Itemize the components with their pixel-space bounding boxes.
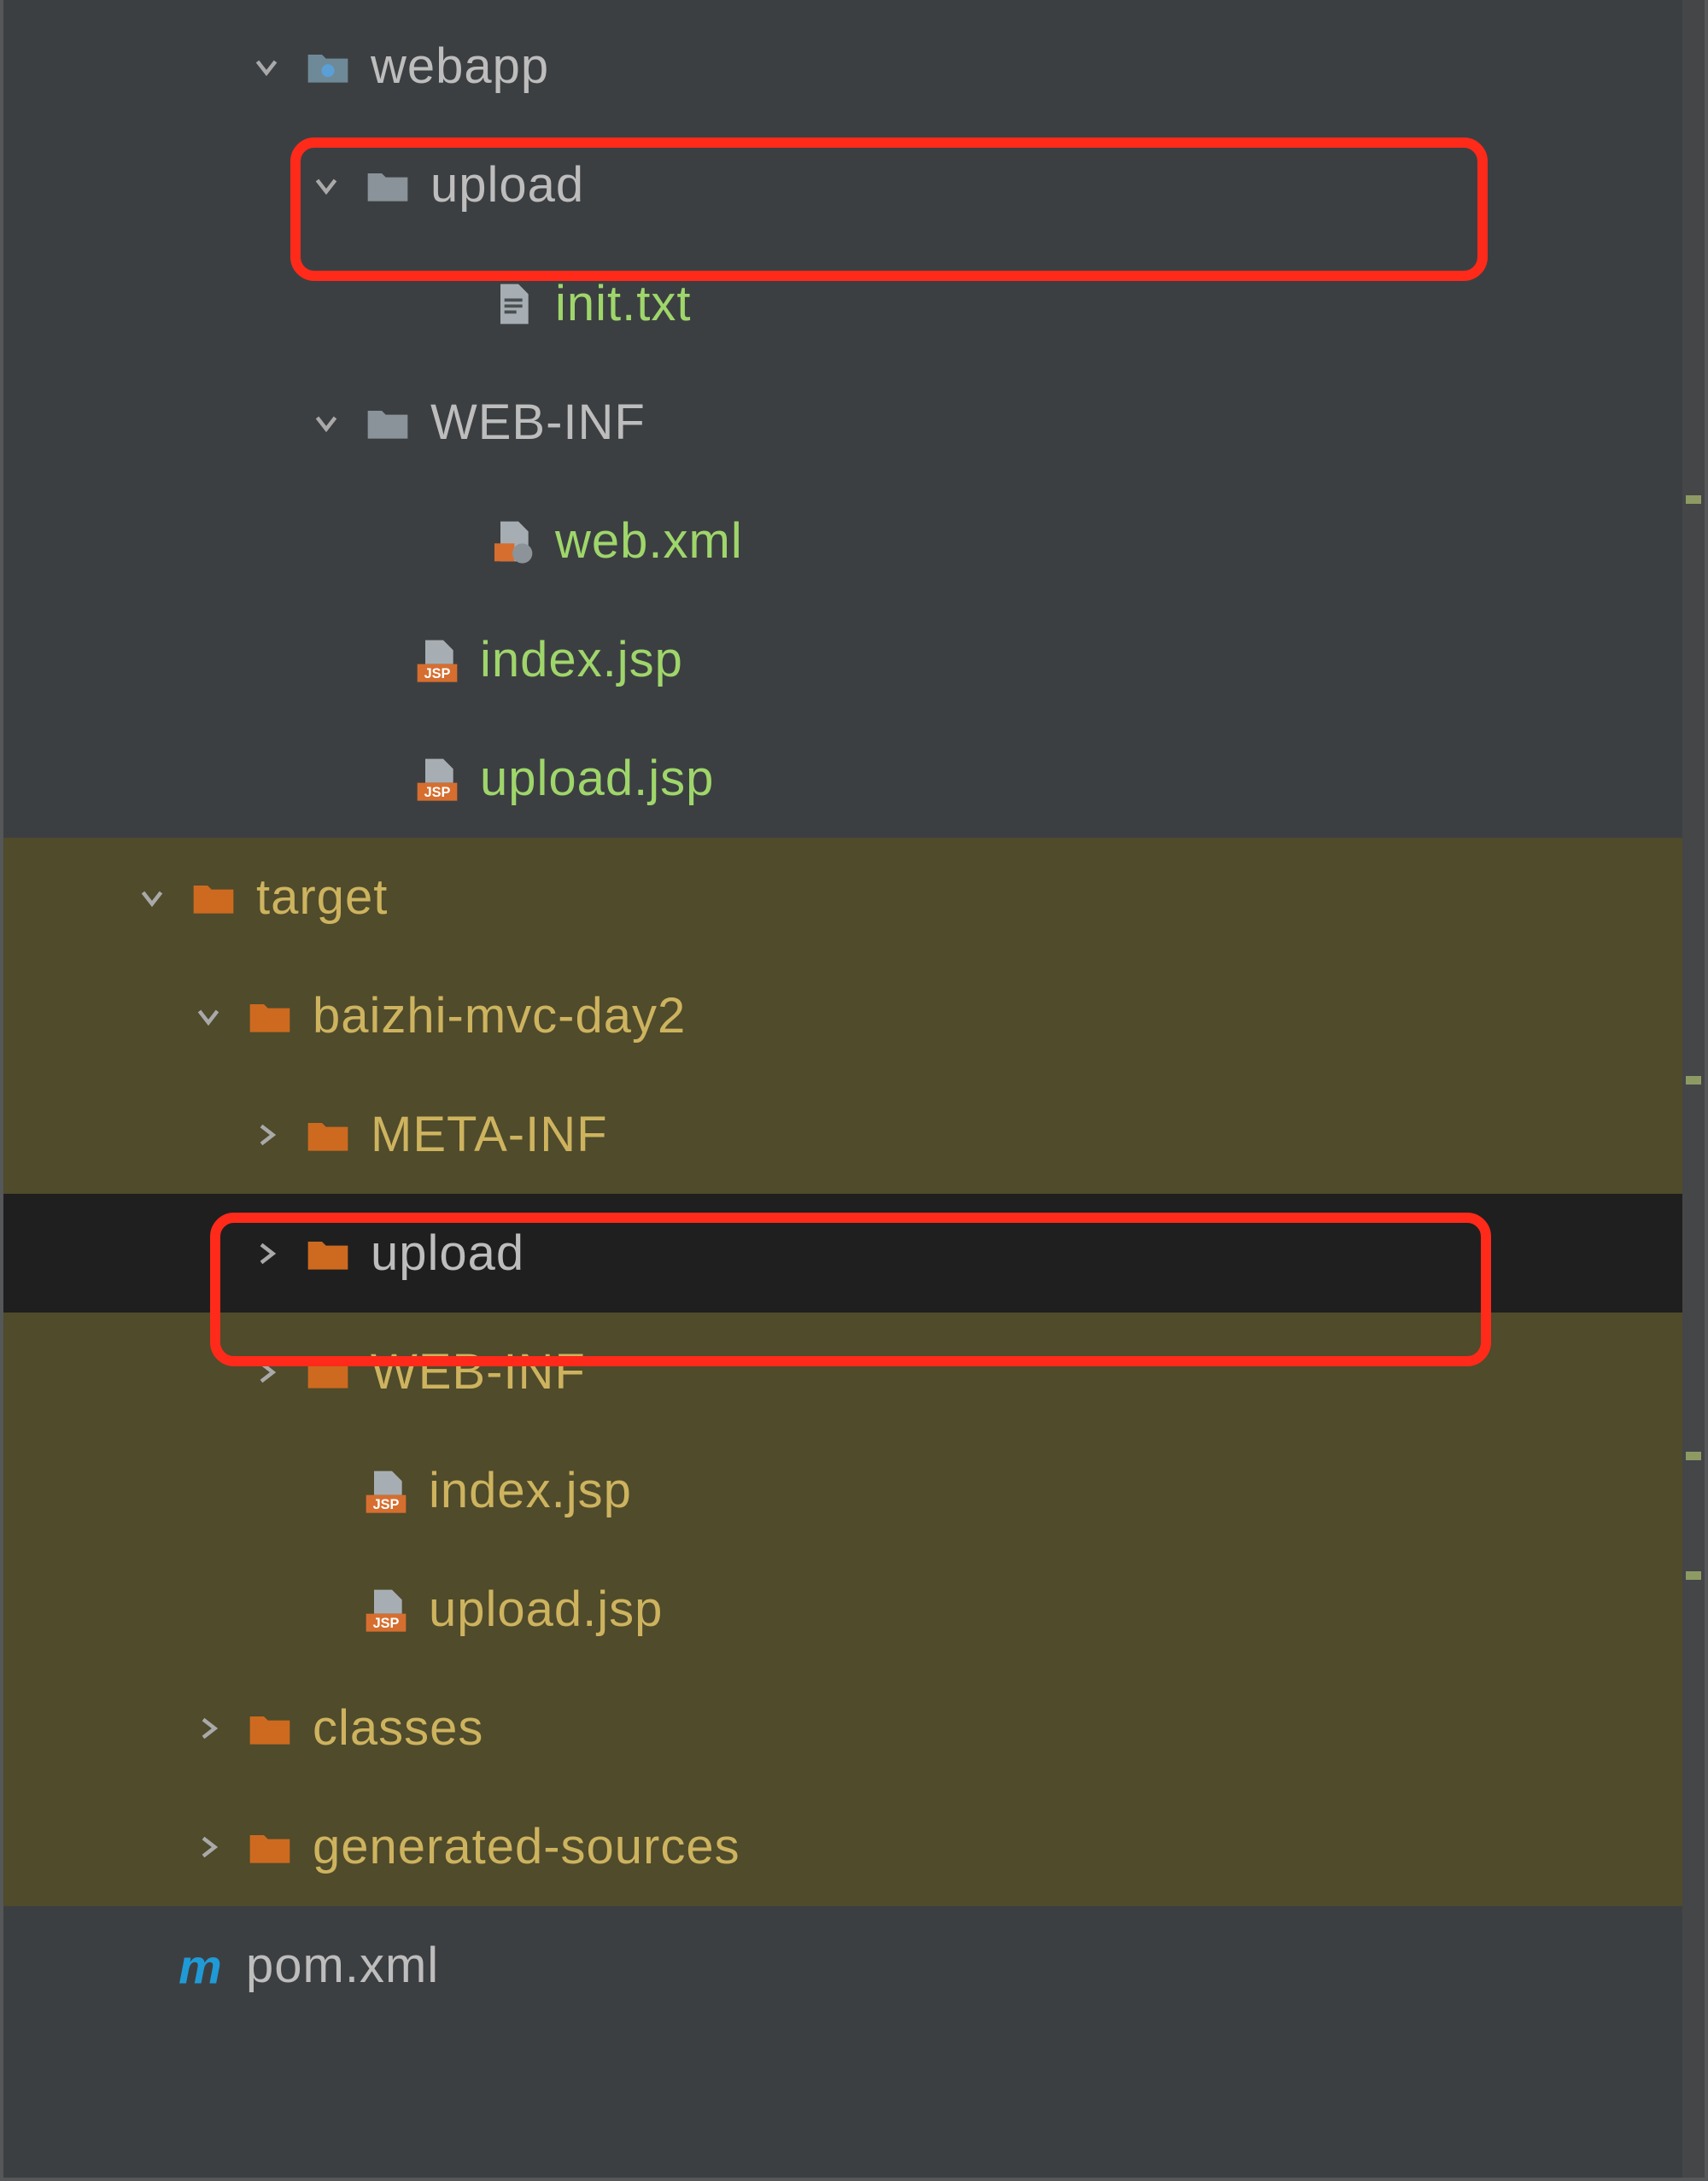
tree-item-pom-xml[interactable]: m pom.xml [3, 1906, 1705, 2025]
tree-item-label: upload [430, 156, 584, 213]
tree-item-label: WEB-INF [430, 394, 646, 451]
folder-icon [364, 399, 412, 447]
excluded-folder-icon [246, 992, 294, 1040]
tree-item-label: target [256, 868, 388, 926]
tree-item-index-jsp[interactable]: JSP index.jsp [3, 600, 1705, 719]
tree-item-target-upload-jsp[interactable]: JSP upload.jsp [3, 1550, 1705, 1669]
chevron-down-icon[interactable] [137, 882, 167, 913]
tree-item-label: upload.jsp [429, 1581, 663, 1638]
tree-item-meta-inf[interactable]: META-INF [3, 1075, 1705, 1194]
excluded-folder-icon [304, 1111, 352, 1159]
scrollbar-marker [1686, 495, 1701, 504]
tree-item-label: index.jsp [480, 631, 683, 688]
tree-item-baizhi[interactable]: baizhi-mvc-day2 [3, 956, 1705, 1075]
tree-item-upload-jsp[interactable]: JSP upload.jsp [3, 719, 1705, 838]
scrollbar-marker [1686, 1452, 1701, 1460]
folder-icon [364, 161, 412, 209]
tree-item-target-web-inf[interactable]: WEB-INF [3, 1313, 1705, 1431]
chevron-down-icon[interactable] [193, 1001, 224, 1032]
tree-item-upload-src[interactable]: upload [3, 126, 1705, 244]
project-tree-panel: webapp upload init.txt WEB-INF web.xml [0, 0, 1708, 2181]
web-folder-icon [304, 43, 352, 91]
excluded-folder-icon [246, 1823, 294, 1871]
tree-item-classes[interactable]: classes [3, 1669, 1705, 1787]
tree-item-webapp[interactable]: webapp [3, 7, 1705, 126]
tree-item-label: init.txt [555, 275, 692, 332]
tree-item-label: pom.xml [246, 1937, 439, 1994]
tree-item-generated-sources[interactable]: generated-sources [3, 1787, 1705, 1906]
tree-item-label: index.jsp [429, 1462, 632, 1519]
scrollbar-track[interactable] [1682, 0, 1705, 2178]
tree-item-init-txt[interactable]: init.txt [3, 244, 1705, 363]
tree-item-target-upload[interactable]: upload [3, 1194, 1705, 1313]
tree-item-label: webapp [371, 38, 549, 95]
svg-text:JSP: JSP [373, 1616, 400, 1631]
tree-item-label: classes [313, 1699, 483, 1757]
chevron-down-icon[interactable] [311, 407, 342, 438]
tree-item-web-inf[interactable]: WEB-INF [3, 363, 1705, 482]
chevron-right-icon[interactable] [251, 1238, 282, 1269]
chevron-right-icon[interactable] [251, 1357, 282, 1388]
tree-item-label: web.xml [555, 512, 743, 570]
svg-text:JSP: JSP [424, 666, 451, 681]
tree-item-label: META-INF [371, 1106, 608, 1163]
excluded-folder-icon [304, 1348, 352, 1396]
tree-item-label: upload.jsp [480, 750, 714, 807]
tree-item-target-index-jsp[interactable]: JSP index.jsp [3, 1431, 1705, 1550]
chevron-down-icon[interactable] [311, 170, 342, 201]
jsp-file-icon: JSP [413, 636, 461, 684]
jsp-file-icon: JSP [413, 755, 461, 803]
jsp-file-icon: JSP [362, 1467, 410, 1515]
text-file-icon [488, 280, 536, 328]
svg-text:JSP: JSP [424, 785, 451, 800]
jsp-file-icon: JSP [362, 1586, 410, 1634]
chevron-right-icon[interactable] [193, 1832, 224, 1862]
xml-config-icon [488, 517, 536, 565]
svg-text:m: m [178, 1940, 222, 1991]
scrollbar-marker [1686, 1076, 1701, 1085]
tree-item-label: upload [371, 1225, 524, 1282]
chevron-right-icon[interactable] [251, 1120, 282, 1150]
tree-item-web-xml[interactable]: web.xml [3, 482, 1705, 600]
tree-item-label: generated-sources [313, 1818, 740, 1875]
chevron-down-icon[interactable] [251, 51, 282, 82]
excluded-folder-icon [246, 1704, 294, 1752]
tree-item-target[interactable]: target [3, 838, 1705, 956]
scrollbar-marker [1686, 1571, 1701, 1580]
svg-text:JSP: JSP [373, 1497, 400, 1512]
tree-item-label: baizhi-mvc-day2 [313, 987, 686, 1044]
excluded-folder-icon [190, 874, 237, 921]
excluded-folder-icon [304, 1230, 352, 1278]
tree-item-label: WEB-INF [371, 1343, 586, 1400]
chevron-right-icon[interactable] [193, 1713, 224, 1744]
maven-icon: m [174, 1942, 227, 1990]
